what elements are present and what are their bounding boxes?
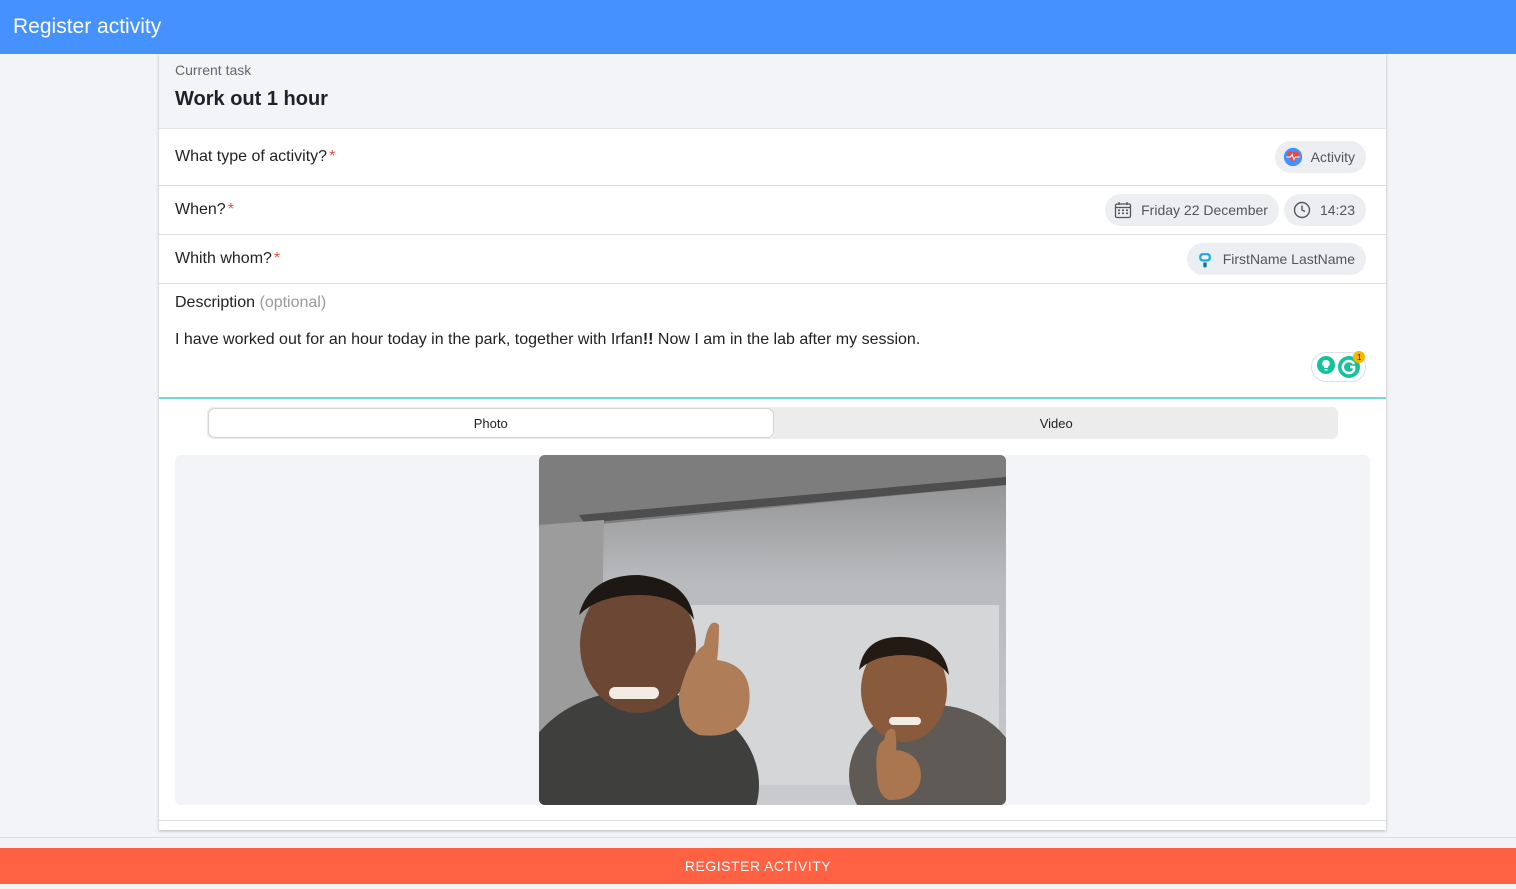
app-header: Register activity: [0, 0, 1516, 54]
description-label: Description (optional): [175, 294, 327, 311]
grammarly-icon: 1: [1337, 351, 1366, 379]
activity-type-chip[interactable]: Activity: [1274, 141, 1366, 173]
calendar-icon: [1113, 200, 1133, 220]
date-chip[interactable]: Friday 22 December: [1105, 194, 1279, 226]
uploaded-photo[interactable]: [539, 455, 1006, 805]
required-mark: *: [227, 201, 234, 218]
person-name: FirstName LastName: [1222, 251, 1355, 267]
current-task-header: Current task Work out 1 hour: [159, 54, 1386, 129]
time-chip[interactable]: 14:23: [1283, 194, 1366, 226]
media-tabs: Photo Video: [207, 407, 1338, 439]
activity-type-chip-label: Activity: [1310, 149, 1355, 165]
heart-activity-icon: [1283, 147, 1303, 167]
media-preview: [175, 455, 1370, 805]
description-text[interactable]: I have worked out for an hour today in t…: [175, 331, 1370, 349]
current-task-title: Work out 1 hour: [175, 88, 328, 110]
page-title: Register activity: [13, 15, 162, 38]
tab-video[interactable]: Video: [775, 407, 1339, 439]
activity-type-label: What type of activity? *: [175, 148, 336, 165]
with-whom-label: Whith whom? *: [175, 250, 281, 267]
description-field[interactable]: Description (optional) I have worked out…: [159, 284, 1386, 399]
lightbulb-icon: [1316, 355, 1336, 380]
clock-icon: [1292, 200, 1312, 220]
required-mark: *: [273, 250, 281, 267]
grammarly-badge: 1: [1353, 351, 1366, 363]
footer-divider: [0, 837, 1516, 838]
current-task-label: Current task: [175, 62, 252, 78]
activity-type-row: What type of activity? * Activity: [159, 129, 1386, 186]
person-chip[interactable]: FirstName LastName: [1186, 243, 1366, 275]
with-whom-row: Whith whom? * FirstName LastName: [159, 235, 1386, 284]
register-activity-button[interactable]: REGISTER ACTIVITY: [0, 848, 1516, 884]
activity-form-card: Current task Work out 1 hour What type o…: [159, 54, 1386, 830]
tab-photo[interactable]: Photo: [209, 409, 773, 437]
when-label: When? *: [175, 201, 234, 218]
time-value: 14:23: [1319, 202, 1355, 218]
date-value: Friday 22 December: [1141, 202, 1268, 218]
optional-hint: (optional): [259, 294, 327, 311]
robot-avatar-icon: [1195, 249, 1215, 269]
required-mark: *: [329, 148, 336, 165]
card-divider: [159, 820, 1386, 821]
grammarly-widget[interactable]: 1: [1311, 351, 1366, 382]
when-row: When? * Friday 22 December 14:23: [159, 186, 1386, 235]
